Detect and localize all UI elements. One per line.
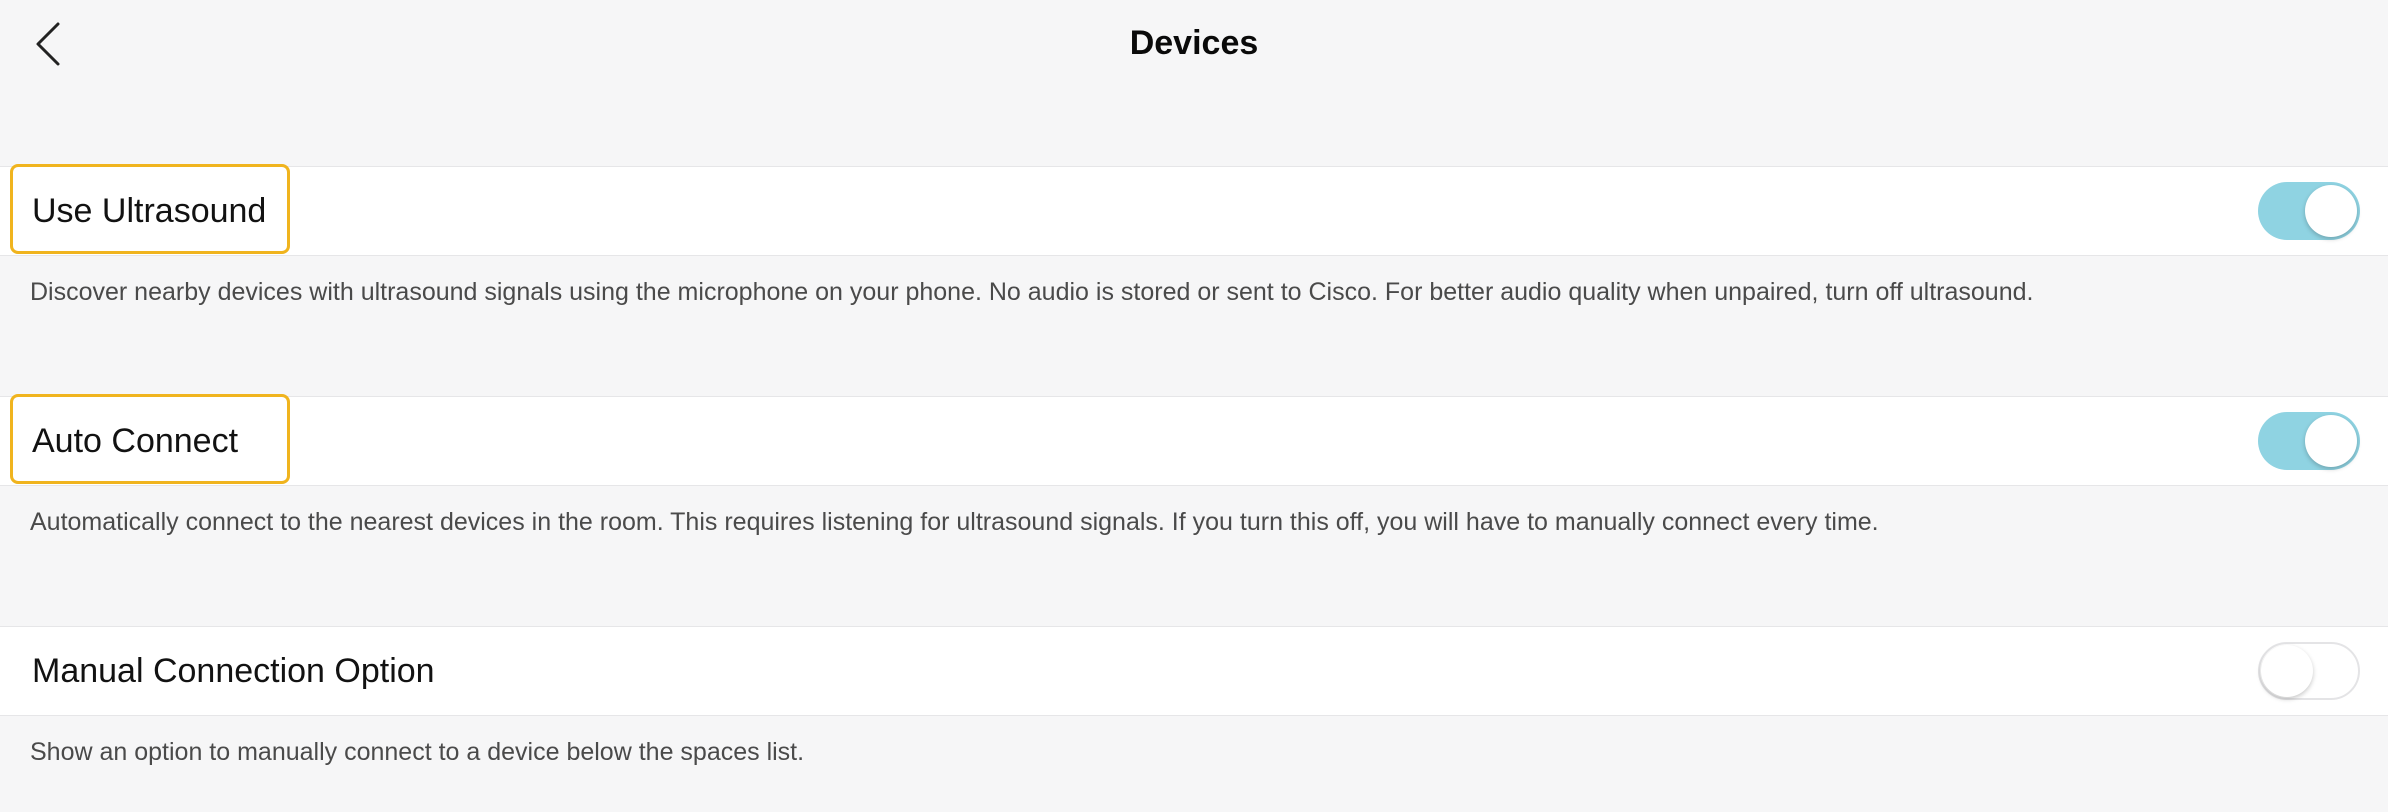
page-title: Devices xyxy=(1129,24,1259,62)
setting-description: Automatically connect to the nearest dev… xyxy=(30,508,1879,536)
auto-connect-toggle[interactable] xyxy=(2258,412,2360,470)
setting-row-auto-connect: Auto Connect xyxy=(0,394,2388,486)
setting-description: Show an option to manually connect to a … xyxy=(30,738,805,766)
setting-row-manual-connection-option: Manual Connection Option xyxy=(0,626,2388,716)
use-ultrasound-toggle[interactable] xyxy=(2258,182,2360,240)
header: Devices xyxy=(0,0,2388,94)
toggle-knob xyxy=(2305,185,2357,237)
setting-description: Discover nearby devices with ultrasound … xyxy=(30,278,2034,306)
toggle-knob xyxy=(2261,645,2313,697)
setting-label: Use Ultrasound xyxy=(32,192,267,230)
manual-connection-option-toggle[interactable] xyxy=(2258,642,2360,700)
setting-label: Manual Connection Option xyxy=(32,652,435,690)
setting-label: Auto Connect xyxy=(32,422,239,460)
setting-row-use-ultrasound: Use Ultrasound xyxy=(0,164,2388,256)
devices-settings-page: Devices Use Ultrasound Discover nearby d… xyxy=(0,0,2388,812)
toggle-knob xyxy=(2305,415,2357,467)
